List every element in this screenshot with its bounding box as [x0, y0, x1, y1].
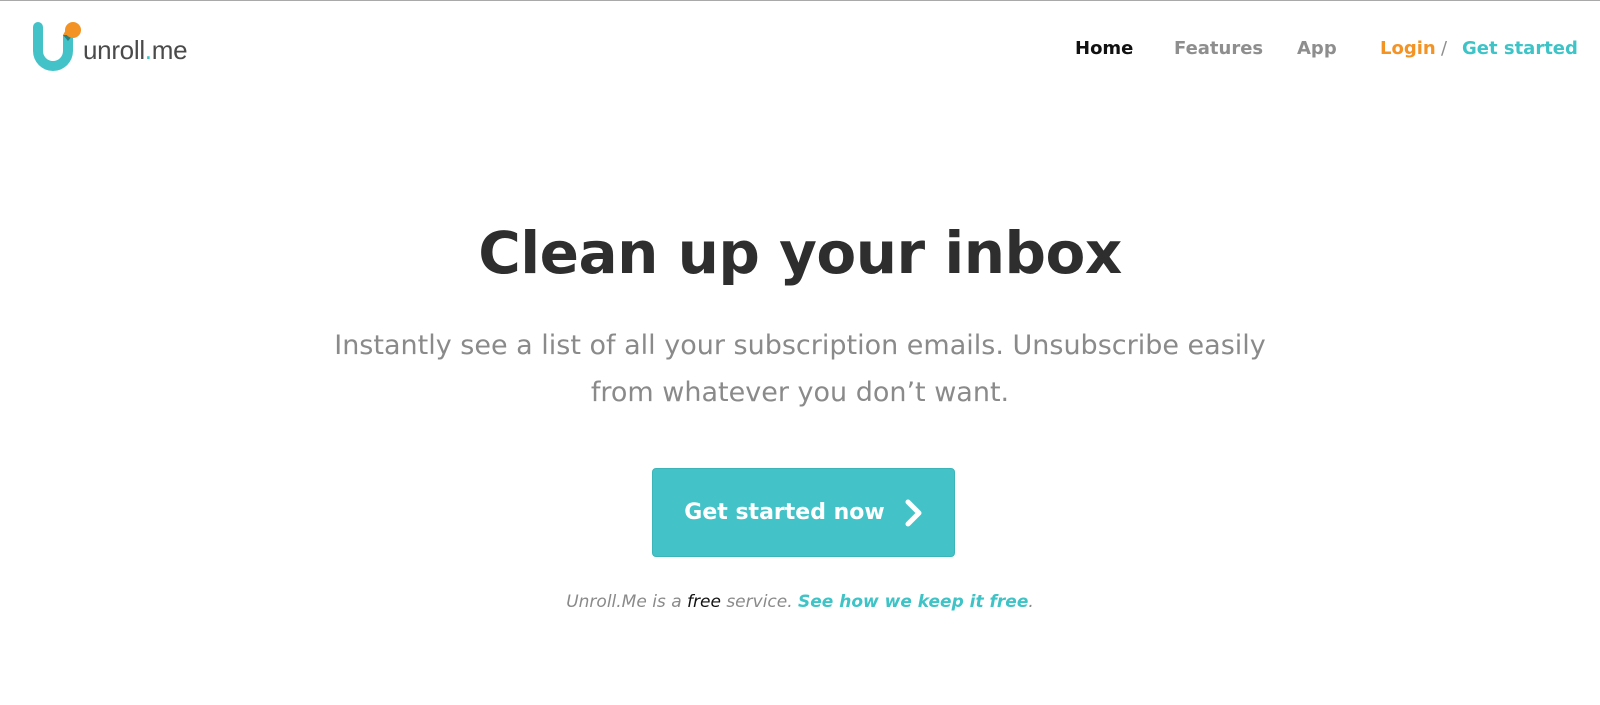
get-started-now-button[interactable]: Get started now	[652, 468, 955, 557]
nav-features-link[interactable]: Features	[1174, 37, 1263, 61]
nav-separator: /	[1441, 38, 1448, 59]
nav-home-link[interactable]: Home	[1075, 37, 1133, 61]
keep-it-free-link[interactable]: See how we keep it free	[798, 592, 1028, 612]
nav-login-link[interactable]: Login	[1380, 37, 1436, 61]
note-suffix: .	[1028, 592, 1034, 612]
hero-subtitle: Instantly see a list of all your subscri…	[334, 330, 1266, 408]
hero-title: Clean up your inbox	[478, 219, 1122, 287]
cta-label: Get started now	[684, 500, 885, 525]
chevron-right-icon	[905, 499, 922, 526]
free-service-note: Unroll.Me is a free service. See how we …	[0, 592, 1600, 612]
site-header: unroll.me Home Features App Login / Get …	[0, 1, 1600, 91]
nav-get-started-link[interactable]: Get started	[1462, 37, 1578, 61]
main-nav: Home Features App Login / Get started	[0, 37, 1600, 61]
note-prefix: Unroll.Me is a	[566, 592, 688, 612]
note-mid: service.	[720, 592, 799, 612]
note-free-word: free	[687, 592, 721, 612]
nav-app-link[interactable]: App	[1297, 37, 1337, 61]
